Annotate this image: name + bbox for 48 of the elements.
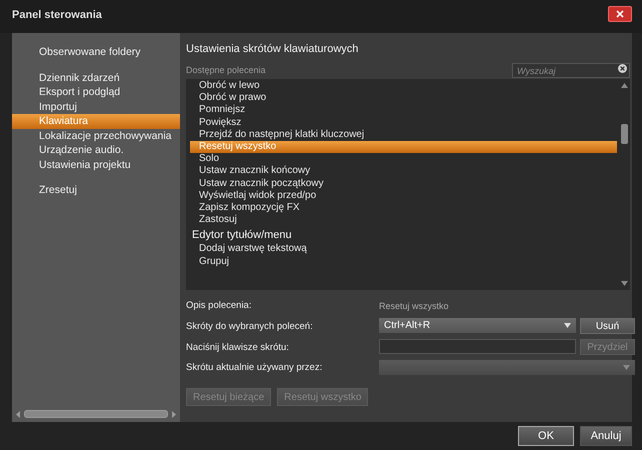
command-item[interactable]: Obróć w prawo [190,92,617,104]
command-item[interactable]: Solo [190,153,617,166]
command-item[interactable]: Ustaw znacznik końcowy [190,165,617,178]
field-label: Opis polecenia: [186,299,252,313]
scroll-up-icon [621,83,628,88]
close-button[interactable] [608,6,632,22]
sidebar-item[interactable]: Eksport i podgląd [12,85,180,100]
sidebar-item[interactable]: Obserwowane foldery [12,45,180,60]
sidebar-item[interactable]: Zresetuj [12,183,180,198]
close-icon [616,10,624,18]
window-title: Panel sterowania [12,9,102,21]
used-by-dropdown[interactable] [379,360,635,375]
caret-icon [564,323,571,328]
shortcut-input[interactable] [379,339,576,354]
command-item[interactable]: Zastosuj [190,214,617,226]
scroll-right-icon [171,410,176,418]
section-title: Ustawienia skrótów klawiaturowych [186,43,360,56]
scroll-left-icon [16,410,21,418]
sidebar-item[interactable]: Ustawienia projektu [12,158,180,172]
category-header: Edytor tytułów/menu [191,228,293,244]
command-item[interactable]: Grupuj [190,256,617,268]
shortcut-dropdown[interactable]: Ctrl+Alt+R [379,318,576,333]
sidebar-item[interactable]: Urządzenie audio. [12,143,180,158]
command-item[interactable]: Dodaj warstwę tekstową [190,243,617,256]
command-item[interactable]: Powiększ [190,116,617,129]
description-text: Resetuj wszystko [379,300,450,310]
command-item[interactable]: Zapisz kompozycję FX [190,202,617,214]
horizontal-scrollbar[interactable] [24,410,168,418]
command-item[interactable]: Pomniejsz [190,104,617,117]
cancel-button[interactable]: Anuluj [580,426,632,446]
field-label: Naciśnij klawisze skrótu: [186,340,290,354]
list-label: Dostępne polecenia [186,65,266,75]
command-item[interactable]: Ustaw znacznik początkowy [190,178,617,190]
field-label: Skróty do wybranych poleceń: [186,320,314,334]
command-item[interactable]: Wyświetlaj widok przed/po [190,190,617,202]
scrollbar-thumb[interactable] [621,124,628,144]
sidebar-item[interactable]: Importuj [12,100,180,114]
ok-button[interactable]: OK [518,426,574,446]
command-item[interactable]: Obróć w lewo [190,80,617,92]
search-field[interactable]: Wyszukaj [512,63,630,78]
field-label: Skrótu aktualnie używany przez: [186,361,324,375]
scroll-down-icon [621,281,628,286]
command-item[interactable]: Przejdź do następnej klatki kluczowej [190,128,617,142]
remove-button[interactable]: Usuń [580,318,635,334]
caret-icon [623,365,630,370]
sidebar-item[interactable]: Dziennik zdarzeń [12,70,180,85]
clear-icon [618,64,627,72]
sidebar-item[interactable]: Lokalizacje przechowywania [12,128,180,143]
